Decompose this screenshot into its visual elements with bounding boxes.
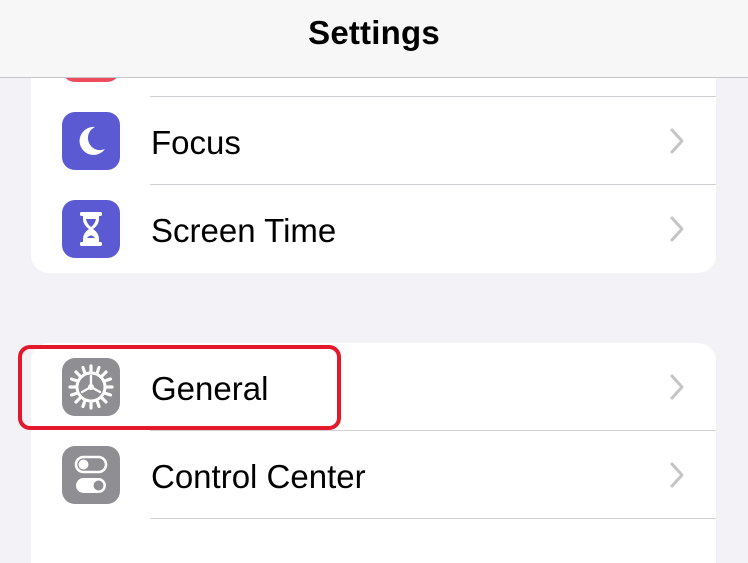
chevron-right-icon — [670, 462, 684, 488]
gear-icon — [62, 358, 120, 416]
settings-row-label: Screen Time — [151, 212, 337, 249]
settings-row-focus[interactable]: Focus — [31, 97, 716, 185]
moon-icon — [62, 112, 120, 170]
page-title: Settings — [308, 14, 440, 51]
chevron-right-icon — [670, 374, 684, 400]
settings-group-general: General Control Center — [31, 343, 716, 563]
hourglass-icon — [62, 200, 120, 258]
navigation-bar: Settings — [0, 0, 748, 78]
toggles-icon — [62, 446, 120, 504]
chevron-right-icon — [670, 216, 684, 242]
settings-row-screen-time[interactable]: Screen Time — [31, 185, 716, 273]
settings-row-label: Control Center — [151, 458, 366, 495]
settings-row-control-center[interactable]: Control Center — [31, 431, 716, 519]
settings-row-label: Focus — [151, 124, 241, 161]
settings-row-label: General — [151, 370, 269, 407]
settings-row-general[interactable]: General — [31, 343, 716, 431]
row-separator — [150, 518, 716, 519]
chevron-right-icon — [670, 128, 684, 154]
